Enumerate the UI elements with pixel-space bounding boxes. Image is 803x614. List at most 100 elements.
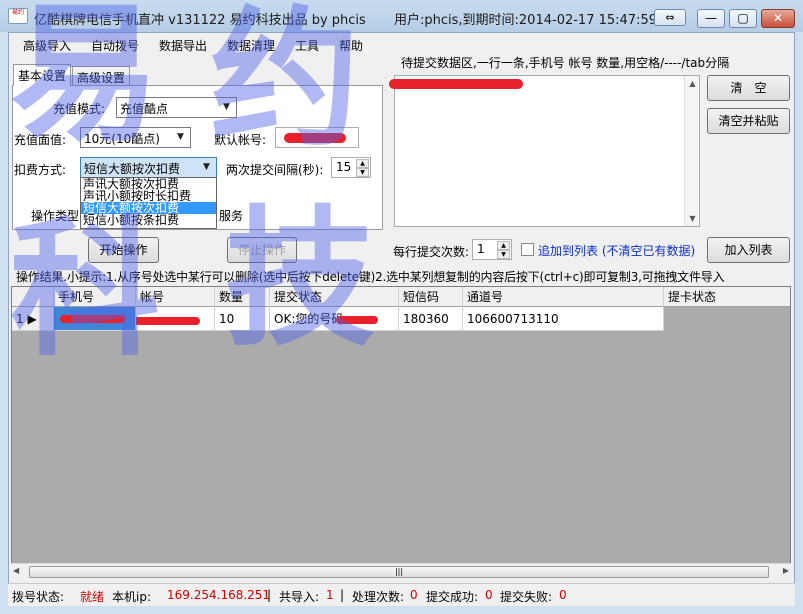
success-label: 提交成功:: [426, 590, 479, 604]
redaction-mark: [284, 133, 346, 143]
column-header[interactable]: 数量: [215, 287, 270, 307]
menu-advanced-import[interactable]: 高级导入: [23, 37, 71, 54]
recharge-amount-value: 10元(10酷点): [84, 132, 160, 146]
hint-text: 操作结果.小提示:1.从序号处选中某行可以删除(选中后按下delete键)2.选…: [16, 270, 725, 284]
vertical-scrollbar[interactable]: ▲ ▼: [684, 76, 699, 226]
cell-channel[interactable]: 106600713110: [463, 307, 664, 331]
failed-value: 0: [559, 588, 567, 602]
scroll-down-icon[interactable]: ▼: [685, 211, 700, 226]
status-separator: |: [267, 588, 272, 602]
cell-status[interactable]: OK:您的号码: [270, 307, 399, 331]
tab-basic-settings[interactable]: 基本设置: [13, 64, 72, 86]
horizontal-scrollbar[interactable]: ◀ ||| ▶: [11, 563, 791, 579]
op-type-label: 操作类型: [31, 209, 80, 223]
dial-status-value: 就绪: [80, 590, 105, 604]
row-index-text: 1: [16, 312, 24, 326]
tab-advanced-settings[interactable]: 高级设置: [72, 66, 131, 86]
ip-label: 本机ip:: [112, 590, 151, 604]
redaction-mark: [336, 316, 378, 324]
submit-data-textarea[interactable]: ▲ ▼: [389, 75, 700, 227]
processed-value: 0: [410, 588, 418, 602]
scroll-right-icon[interactable]: ▶: [783, 566, 789, 575]
cell-account[interactable]: [136, 307, 215, 331]
default-account-input[interactable]: [275, 127, 359, 148]
scroll-up-icon[interactable]: ▲: [685, 76, 700, 91]
ip-value: 169.254.168.251: [167, 588, 271, 602]
recharge-mode-value: 充值酷点: [120, 102, 169, 116]
dial-status-label: 拨号状态:: [12, 590, 65, 604]
redaction-mark: [60, 315, 126, 323]
deduct-method-select[interactable]: 短信大额按次扣费 ▼: [80, 157, 217, 178]
append-label: 追加到列表 (不清空已有数据): [538, 244, 696, 258]
column-header[interactable]: 提卡状态: [664, 287, 790, 307]
row-index[interactable]: 1 ▶: [12, 307, 54, 331]
chevron-down-icon: ▼: [177, 132, 184, 142]
recharge-mode-label: 充值模式:: [53, 102, 106, 116]
success-value: 0: [485, 588, 493, 602]
user-info: 用户:phcis,到期时间:2014-02-17 15:47:59: [394, 13, 657, 28]
chevron-down-icon: ▼: [203, 162, 210, 172]
table-row[interactable]: 1 ▶ 10 OK:您的号码 180360 106600713110: [12, 307, 664, 331]
redaction-mark: [136, 317, 200, 325]
window-title: 亿酷棋牌电信手机直冲 v131122 易约科技出品 by phcis: [34, 13, 366, 28]
column-header[interactable]: 提交状态: [270, 287, 399, 307]
menu-auto-dial[interactable]: 自动拨号: [91, 37, 139, 54]
cell-sms-code[interactable]: 180360: [399, 307, 463, 331]
menu-data-cleanup[interactable]: 数据清理: [227, 37, 275, 54]
submit-area-label: 待提交数据区,一行一条,手机号 帐号 数量,用空格/----/tab分隔: [401, 56, 730, 70]
column-header[interactable]: 手机号: [54, 287, 136, 307]
switch-window-button[interactable]: ⇔: [654, 9, 686, 26]
spin-up-icon[interactable]: ▲: [356, 159, 369, 168]
stop-button[interactable]: 停止操作: [227, 237, 297, 263]
per-row-label: 每行提交次数:: [393, 245, 470, 259]
column-header[interactable]: 帐号: [136, 287, 215, 307]
grid-header: 手机号 帐号 数量 提交状态 短信码 通道号 提卡状态: [12, 287, 790, 307]
default-account-label: 默认帐号:: [214, 133, 267, 147]
deduct-method-dropdown: 声讯大额按次扣费 声讯小额按时长扣费 短信大额按次扣费 短信小额按条扣费: [80, 177, 217, 229]
redaction-mark: [389, 79, 523, 89]
menu-bar: 高级导入 自动拨号 数据导出 数据清理 工具 帮助: [9, 33, 394, 55]
maximize-button[interactable]: ▢: [729, 9, 757, 28]
cell-qty[interactable]: 10: [215, 307, 270, 331]
app-icon: 易约: [8, 8, 28, 24]
menu-tools[interactable]: 工具: [295, 37, 319, 54]
menu-help[interactable]: 帮助: [339, 37, 363, 54]
spin-down-icon[interactable]: ▼: [356, 168, 369, 177]
scroll-left-icon[interactable]: ◀: [13, 566, 19, 575]
deduct-method-value: 短信大额按次扣费: [84, 162, 181, 176]
row-header-corner: [12, 287, 54, 307]
close-button[interactable]: ✕: [761, 9, 795, 28]
add-to-list-button[interactable]: 加入列表: [707, 237, 790, 263]
per-row-value: 1: [477, 242, 485, 256]
processed-label: 处理次数:: [352, 590, 405, 604]
spin-down-icon[interactable]: ▼: [497, 250, 510, 259]
imported-value: 1: [326, 588, 334, 602]
recharge-mode-select[interactable]: 充值酷点 ▼: [116, 97, 237, 118]
recharge-amount-select[interactable]: 10元(10酷点) ▼: [80, 127, 191, 148]
failed-label: 提交失败:: [500, 590, 553, 604]
clear-button[interactable]: 清 空: [707, 75, 790, 101]
interval-value: 15: [336, 160, 352, 174]
status-separator: |: [340, 588, 345, 602]
deduct-method-label: 扣费方式:: [14, 163, 67, 177]
service-label: 服务: [219, 209, 244, 223]
cell-phone[interactable]: [54, 307, 136, 331]
results-grid[interactable]: 手机号 帐号 数量 提交状态 短信码 通道号 提卡状态 1 ▶ 10 OK:您的…: [11, 286, 791, 579]
imported-label: 共导入:: [279, 590, 320, 604]
scroll-thumb[interactable]: |||: [29, 566, 769, 578]
chevron-down-icon: ▼: [223, 102, 230, 112]
per-row-stepper[interactable]: 1 ▲ ▼: [472, 239, 512, 260]
minimize-button[interactable]: —: [697, 9, 725, 28]
interval-stepper[interactable]: 15 ▲ ▼: [331, 157, 371, 178]
append-checkbox[interactable]: [521, 243, 534, 256]
menu-data-export[interactable]: 数据导出: [159, 37, 207, 54]
start-button[interactable]: 开始操作: [88, 237, 159, 263]
cell-status-text: OK:您的号码: [274, 312, 344, 326]
spin-up-icon[interactable]: ▲: [497, 241, 510, 250]
interval-label: 两次提交间隔(秒):: [226, 163, 324, 177]
recharge-amount-label: 充值面值:: [14, 133, 67, 147]
column-header[interactable]: 通道号: [463, 287, 664, 307]
clear-paste-button[interactable]: 清空并粘贴: [707, 108, 790, 134]
dropdown-option[interactable]: 短信小额按条扣费: [81, 214, 216, 226]
column-header[interactable]: 短信码: [399, 287, 463, 307]
